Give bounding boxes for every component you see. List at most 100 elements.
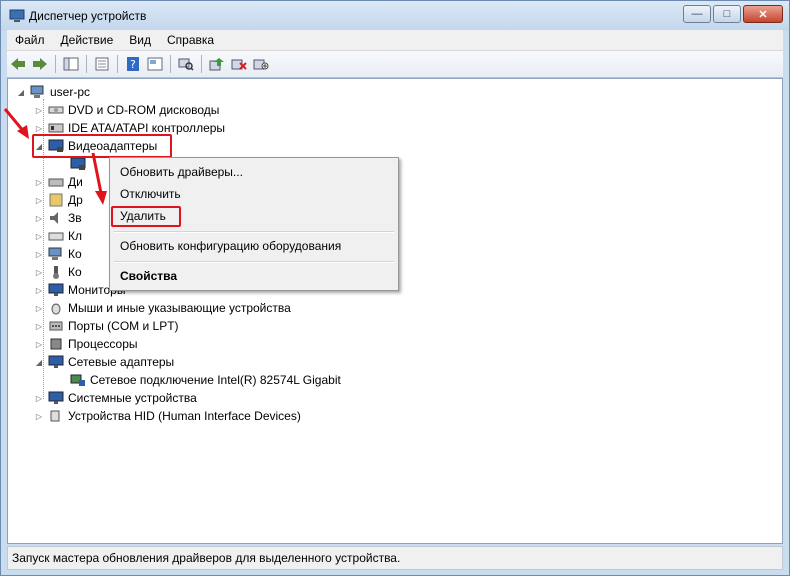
device-manager-window: Диспетчер устройств — □ ✕ Файл Действие … — [0, 0, 790, 576]
tree-item-hid[interactable]: ▷ Устройства HID (Human Interface Device… — [34, 407, 301, 425]
system-devices-icon — [48, 391, 64, 405]
toolbar-separator — [170, 55, 171, 73]
device-manager-app-icon — [9, 9, 25, 23]
tree-item-label: Др — [68, 193, 83, 207]
port-icon — [48, 319, 64, 333]
tree-item-label: DVD и CD-ROM дисководы — [68, 103, 220, 117]
usb-controller-icon — [48, 265, 64, 279]
tree-item-label: Системные устройства — [68, 391, 197, 405]
maximize-button[interactable]: □ — [713, 5, 741, 23]
title-bar[interactable]: Диспетчер устройств — □ ✕ — [1, 1, 789, 31]
mouse-icon — [48, 301, 64, 315]
menu-action[interactable]: Действие — [53, 33, 122, 47]
toolbar-separator — [86, 55, 87, 73]
toolbar-separator — [201, 55, 202, 73]
network-card-icon — [70, 373, 86, 387]
tree-item-label: Устройства HID (Human Interface Devices) — [68, 409, 301, 423]
menu-separator — [114, 231, 394, 233]
tree-item-other-devices[interactable]: ▷ Др — [34, 191, 83, 209]
uninstall-highlight — [111, 206, 181, 227]
menu-item-disable[interactable]: Отключить — [110, 183, 398, 205]
svg-text:?: ? — [130, 58, 136, 71]
uninstall-icon[interactable] — [230, 55, 248, 73]
context-menu: Обновить драйверы... Отключить Удалить О… — [109, 157, 399, 291]
tree-item-label: IDE ATA/ATAPI контроллеры — [68, 121, 226, 135]
expand-arrow-icon[interactable]: ▷ — [34, 322, 44, 331]
expand-arrow-icon[interactable]: ▷ — [34, 394, 44, 403]
tree-item-usb[interactable]: ▷ Ко — [34, 263, 82, 281]
expand-arrow-icon[interactable]: ▷ — [34, 250, 44, 259]
show-hidden-icon[interactable] — [146, 55, 164, 73]
expand-arrow-icon[interactable]: ▷ — [34, 412, 44, 421]
collapse-arrow-icon[interactable]: ◢ — [34, 358, 44, 367]
hid-icon — [48, 409, 64, 423]
tree-item-label: Процессоры — [68, 337, 138, 351]
status-bar: Запуск мастера обновления драйверов для … — [7, 546, 783, 570]
disable-device-icon[interactable] — [252, 55, 270, 73]
computer-icon — [48, 247, 64, 261]
window-title: Диспетчер устройств — [29, 9, 147, 23]
tree-item-label: Сетевые адаптеры — [68, 355, 175, 369]
back-arrow-icon[interactable] — [9, 55, 27, 73]
expand-arrow-icon[interactable]: ▷ — [34, 214, 44, 223]
tree-item-computer[interactable]: ▷ Ко — [34, 245, 82, 263]
collapse-arrow-icon[interactable]: ◢ — [16, 88, 26, 97]
toolbar-separator — [55, 55, 56, 73]
toolbar: ? — [7, 51, 783, 78]
close-button[interactable]: ✕ — [743, 5, 783, 23]
tree-item-label: Ко — [68, 265, 82, 279]
sound-icon — [48, 211, 64, 225]
scan-hardware-icon[interactable] — [177, 55, 195, 73]
show-hide-tree-icon[interactable] — [62, 55, 80, 73]
menu-help[interactable]: Справка — [159, 33, 222, 47]
minimize-button[interactable]: — — [683, 5, 711, 23]
ide-controller-icon — [48, 121, 64, 135]
toolbar-separator — [117, 55, 118, 73]
menu-file[interactable]: Файл — [7, 33, 53, 47]
menu-item-update-drivers[interactable]: Обновить драйверы... — [110, 161, 398, 183]
menu-item-properties[interactable]: Свойства — [110, 265, 398, 287]
expand-arrow-icon[interactable]: ▷ — [34, 196, 44, 205]
forward-arrow-icon[interactable] — [31, 55, 49, 73]
tree-item-ports[interactable]: ▷ Порты (COM и LPT) — [34, 317, 179, 335]
annotation-arrow-icon — [3, 108, 29, 139]
tree-item-sound[interactable]: ▷ Зв — [34, 209, 82, 227]
device-tree[interactable]: ◢ user-pc ▷ DVD и CD-ROM дисководы ▷ IDE… — [7, 78, 783, 544]
properties-icon[interactable] — [93, 55, 111, 73]
menu-item-scan-hardware[interactable]: Обновить конфигурацию оборудования — [110, 235, 398, 257]
tree-item-system-devices[interactable]: ▷ Системные устройства — [34, 389, 197, 407]
tree-root[interactable]: ◢ user-pc — [16, 83, 90, 101]
menu-separator — [114, 261, 394, 263]
tree-item-mice[interactable]: ▷ Мыши и иные указывающие устройства — [34, 299, 291, 317]
menu-view[interactable]: Вид — [121, 33, 159, 47]
display-adapter-icon — [70, 157, 86, 171]
expand-arrow-icon[interactable]: ▷ — [34, 178, 44, 187]
tree-item-disk-drives[interactable]: ▷ Ди — [34, 173, 83, 191]
disk-drive-icon — [48, 175, 64, 189]
tree-item-keyboards[interactable]: ▷ Кл — [34, 227, 82, 245]
tree-item-label: Порты (COM и LPT) — [68, 319, 179, 333]
update-driver-icon[interactable] — [208, 55, 226, 73]
network-adapter-icon — [48, 355, 64, 369]
tree-item-label: Ко — [68, 247, 82, 261]
disc-drive-icon — [48, 103, 64, 117]
tree-item-dvd[interactable]: ▷ DVD и CD-ROM дисководы — [34, 101, 219, 119]
tree-root-label: user-pc — [50, 85, 91, 99]
tree-item-label: Сетевое подключение Intel(R) 82574L Giga… — [90, 373, 341, 387]
menu-bar: Файл Действие Вид Справка — [7, 30, 783, 51]
tree-item-label: Мыши и иные указывающие устройства — [68, 301, 291, 315]
expand-arrow-icon[interactable]: ▷ — [34, 268, 44, 277]
tree-item-network-card[interactable]: Сетевое подключение Intel(R) 82574L Giga… — [70, 371, 341, 389]
expand-arrow-icon[interactable]: ▷ — [34, 304, 44, 313]
help-icon[interactable]: ? — [124, 55, 142, 73]
tree-item-label: Ди — [68, 175, 83, 189]
status-text: Запуск мастера обновления драйверов для … — [12, 551, 401, 565]
expand-arrow-icon[interactable]: ▷ — [34, 232, 44, 241]
expand-arrow-icon[interactable]: ▷ — [34, 286, 44, 295]
tree-item-network-adapters[interactable]: ◢ Сетевые адаптеры — [34, 353, 174, 371]
tree-item-processors[interactable]: ▷ Процессоры — [34, 335, 138, 353]
tree-item-label: Зв — [68, 211, 82, 225]
monitor-icon — [48, 283, 64, 297]
keyboard-icon — [48, 229, 64, 243]
expand-arrow-icon[interactable]: ▷ — [34, 340, 44, 349]
